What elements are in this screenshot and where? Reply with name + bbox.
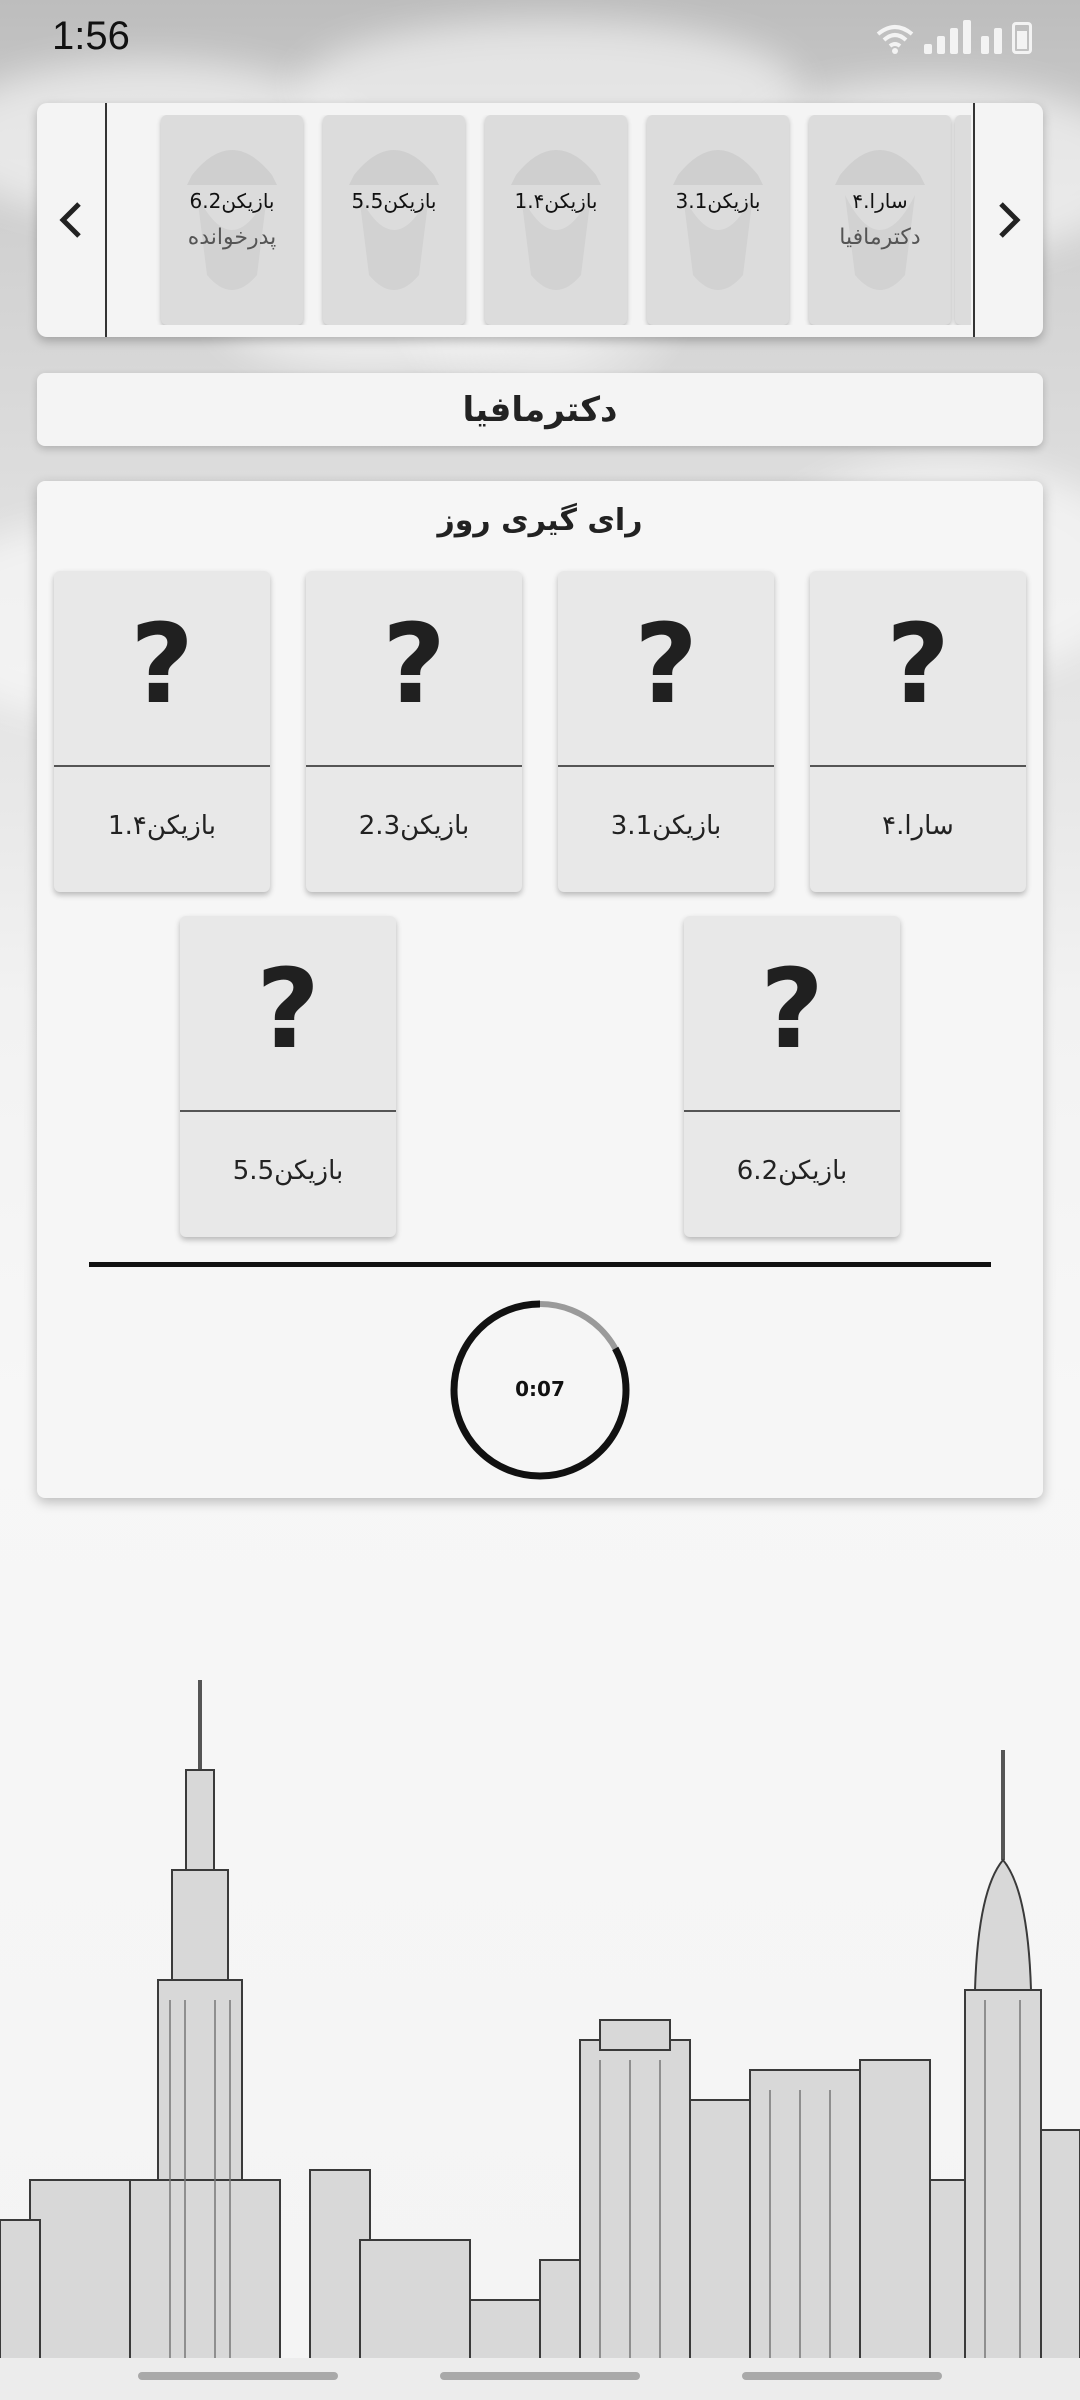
mafia-face-icon [349, 150, 439, 290]
signal-icon [924, 20, 971, 54]
vote-card-name: ۴.سارا [882, 811, 954, 841]
wifi-icon [876, 25, 914, 54]
chevron-right-icon [999, 202, 1021, 238]
chevron-left-icon [59, 202, 81, 238]
countdown-timer: 0:07 [449, 1299, 631, 1481]
mafia-face-icon [511, 150, 601, 290]
nav-home-handle[interactable] [440, 2372, 640, 2380]
carousel-player-card[interactable]: 5.بازیکن5 [323, 115, 465, 325]
navigation-bar [0, 2358, 1080, 2400]
nav-recents-handle[interactable] [742, 2372, 942, 2380]
carousel-track: ۴.سارا دکترمافیا 3.بازیکن1 1.بازیکن۴ 5.ب… [121, 115, 971, 325]
carousel-player-name: 5.بازیکن5 [351, 189, 437, 213]
mafia-face-icon [187, 150, 277, 290]
question-mark-icon: ? [256, 945, 320, 1073]
carousel-prev-button[interactable] [37, 103, 107, 337]
carousel-player-card[interactable]: 6.بازیکن2 پدرخوانده [161, 115, 303, 325]
vote-card[interactable]: ? 6.بازیکن2 [684, 916, 900, 1237]
question-mark-icon: ? [634, 600, 698, 728]
vote-card[interactable]: ? 2.بازیکن3 [306, 571, 522, 892]
vote-card[interactable]: ? 5.بازیکن5 [180, 916, 396, 1237]
carousel-player-card[interactable]: 3.بازیکن1 [647, 115, 789, 325]
carousel-player-name: 1.بازیکن۴ [514, 189, 598, 213]
mafia-face-icon [673, 150, 763, 290]
carousel-player-role: پدرخوانده [187, 225, 277, 250]
voting-title: رای گیری روز [437, 503, 643, 538]
carousel-player-card-partial[interactable] [955, 115, 971, 325]
carousel-next-button[interactable] [973, 103, 1043, 337]
voting-divider [89, 1262, 991, 1267]
signal-icon-2 [981, 28, 1002, 54]
carousel-player-card[interactable]: ۴.سارا دکترمافیا [809, 115, 951, 325]
role-title: دکترمافیا [462, 389, 618, 430]
carousel-player-name: 6.بازیکن2 [189, 189, 275, 213]
vote-card-name: 6.بازیکن2 [736, 1156, 848, 1186]
vote-card-name: 5.بازیکن5 [232, 1156, 344, 1186]
mafia-face-icon [835, 150, 925, 290]
carousel-player-card[interactable]: 1.بازیکن۴ [485, 115, 627, 325]
carousel-player-name: 3.بازیکن1 [675, 189, 761, 213]
status-icons [876, 20, 1032, 54]
question-mark-icon: ? [130, 600, 194, 728]
vote-card-name: 1.بازیکن۴ [108, 811, 216, 841]
vote-card-name: 2.بازیکن3 [358, 811, 470, 841]
carousel-player-role: دکترمافیا [839, 225, 921, 250]
vote-card[interactable]: ? 3.بازیکن1 [558, 571, 774, 892]
status-time: 1:56 [52, 14, 130, 58]
player-carousel: ۴.سارا دکترمافیا 3.بازیکن1 1.بازیکن۴ 5.ب… [37, 103, 1043, 337]
voting-panel: رای گیری روز ? ۴.سارا ? 3.بازیکن1 ? 2.با… [37, 481, 1043, 1498]
nav-back-handle[interactable] [138, 2372, 338, 2380]
vote-card-name: 3.بازیکن1 [610, 811, 722, 841]
battery-icon [1012, 22, 1032, 54]
question-mark-icon: ? [760, 945, 824, 1073]
city-skyline-illustration [0, 1680, 1080, 2360]
question-mark-icon: ? [382, 600, 446, 728]
role-title-bar: دکترمافیا [37, 373, 1043, 446]
vote-card[interactable]: ? ۴.سارا [810, 571, 1026, 892]
vote-card[interactable]: ? 1.بازیکن۴ [54, 571, 270, 892]
status-bar: 1:56 [0, 0, 1080, 82]
carousel-player-name: ۴.سارا [852, 189, 908, 213]
question-mark-icon: ? [886, 600, 950, 728]
timer-text: 0:07 [515, 1377, 565, 1401]
